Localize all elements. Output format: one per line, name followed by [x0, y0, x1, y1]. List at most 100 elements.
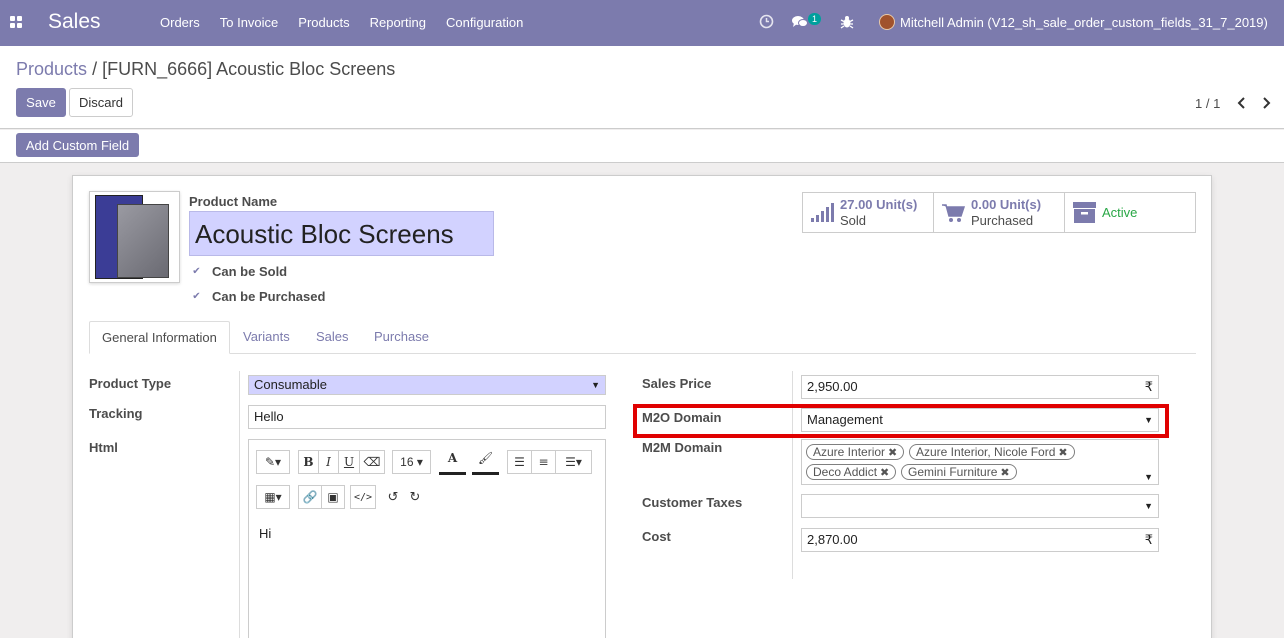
notebook-tabs: General Information Variants Sales Purch…: [89, 321, 1196, 354]
product-image[interactable]: [89, 191, 180, 283]
bug-icon[interactable]: [840, 15, 854, 29]
breadcrumb: Products / [FURN_6666] Acoustic Bloc Scr…: [16, 59, 395, 80]
tracking-label: Tracking: [89, 406, 143, 421]
bold-icon[interactable]: B: [298, 450, 319, 474]
apps-grid-icon[interactable]: [10, 16, 23, 29]
clock-icon[interactable]: [759, 14, 774, 29]
link-icon[interactable]: 🔗: [298, 485, 322, 509]
tab-variants[interactable]: Variants: [231, 321, 302, 354]
m2m-domain-tags-input[interactable]: Azure Interior ✖ Azure Interior, Nicole F…: [801, 439, 1159, 485]
tag-deco-addict[interactable]: Deco Addict ✖: [806, 464, 897, 480]
product-type-label: Product Type: [89, 376, 172, 391]
form-sheet: Product Name Acoustic Bloc Screens ✔ Can…: [72, 175, 1212, 638]
discard-button[interactable]: Discard: [69, 88, 133, 117]
custom-field-bar: Add Custom Field: [0, 130, 1284, 163]
remove-tag-icon[interactable]: ✖: [1000, 467, 1009, 479]
product-type-select[interactable]: Consumable ▼: [248, 375, 606, 395]
tag-azure-interior[interactable]: Azure Interior ✖: [806, 444, 905, 460]
bullet-list-icon[interactable]: ☰: [507, 450, 532, 474]
remove-tag-icon[interactable]: ✖: [888, 447, 897, 459]
active-toggle-button[interactable]: Active: [1065, 193, 1195, 232]
add-custom-field-button[interactable]: Add Custom Field: [16, 133, 139, 157]
tracking-input[interactable]: Hello: [248, 405, 606, 429]
purchased-smart-button[interactable]: 0.00 Unit(s) Purchased: [934, 193, 1065, 232]
product-name-label: Product Name: [189, 194, 278, 209]
control-panel: Products / [FURN_6666] Acoustic Bloc Scr…: [0, 46, 1284, 129]
html-editor[interactable]: ✎▾ B I U ⌫ 16 ▾ A 🖌 ☰ ≡ ☰▾ ▦▾ 🔗 ▣ </> ↺ …: [248, 439, 606, 638]
tag-label: Deco Addict: [813, 465, 878, 479]
tab-purchase[interactable]: Purchase: [362, 321, 441, 354]
redo-icon[interactable]: ↻: [405, 485, 425, 509]
tag-gemini-furniture[interactable]: Gemini Furniture ✖: [901, 464, 1017, 480]
sold-value: 27.00 Unit(s): [840, 197, 918, 212]
html-label: Html: [89, 440, 118, 455]
active-label: Active: [1102, 205, 1138, 220]
rupee-icon: ₹: [1144, 379, 1153, 394]
code-view-icon[interactable]: </>: [350, 485, 376, 509]
caret-down-icon: ▼: [591, 380, 600, 390]
menu-to-invoice[interactable]: To Invoice: [220, 15, 279, 30]
font-color-icon[interactable]: A: [439, 444, 466, 475]
caret-down-icon: ▼: [1144, 472, 1153, 482]
tab-sales[interactable]: Sales: [304, 321, 361, 354]
breadcrumb-separator: /: [92, 59, 98, 79]
remove-tag-icon[interactable]: ✖: [1058, 447, 1067, 459]
user-menu[interactable]: Mitchell Admin (V12_sh_sale_order_custom…: [900, 15, 1268, 30]
magic-wand-icon[interactable]: ✎▾: [256, 450, 290, 474]
product-type-value: Consumable: [254, 377, 327, 392]
breadcrumb-products[interactable]: Products: [16, 59, 87, 79]
product-name-input[interactable]: Acoustic Bloc Screens: [189, 211, 494, 256]
can-be-sold-label: Can be Sold: [212, 264, 288, 279]
cost-value: 2,870.00: [807, 532, 858, 547]
top-navbar: Sales Orders To Invoice Products Reporti…: [0, 0, 1284, 46]
chat-bubbles-icon[interactable]: [792, 15, 808, 29]
paint-brush-icon[interactable]: 🖌: [472, 444, 499, 475]
highlight-box: [633, 404, 1169, 438]
chevron-right-icon[interactable]: [1262, 96, 1272, 110]
menu-configuration[interactable]: Configuration: [446, 15, 523, 30]
eraser-icon[interactable]: ⌫: [359, 450, 385, 474]
image-icon[interactable]: ▣: [321, 485, 345, 509]
sold-smart-button[interactable]: 27.00 Unit(s) Sold: [803, 193, 934, 232]
purchased-value: 0.00 Unit(s): [971, 197, 1042, 212]
chevron-left-icon[interactable]: [1236, 96, 1246, 110]
tag-azure-interior-nicole-ford[interactable]: Azure Interior, Nicole Ford ✖: [909, 444, 1075, 460]
user-avatar[interactable]: [879, 14, 895, 30]
customer-taxes-input[interactable]: ▼: [801, 494, 1159, 518]
save-button[interactable]: Save: [16, 88, 66, 117]
tag-label: Azure Interior, Nicole Ford: [916, 445, 1056, 459]
can-be-purchased-checkbox[interactable]: ✔: [191, 291, 202, 302]
pager-value[interactable]: 1 / 1: [1195, 96, 1220, 111]
underline-icon[interactable]: U: [338, 450, 360, 474]
rupee-icon: ₹: [1144, 532, 1153, 547]
sales-price-input[interactable]: 2,950.00 ₹: [801, 375, 1159, 399]
font-size-dropdown[interactable]: 16 ▾: [392, 450, 431, 474]
chat-count-badge: 1: [808, 13, 822, 25]
menu-orders[interactable]: Orders: [160, 15, 200, 30]
remove-tag-icon[interactable]: ✖: [880, 467, 889, 479]
archive-icon: [1073, 202, 1096, 223]
html-content[interactable]: Hi: [259, 526, 271, 541]
sales-price-label: Sales Price: [642, 376, 712, 391]
table-icon[interactable]: ▦▾: [256, 485, 290, 509]
numbered-list-icon[interactable]: ≡: [531, 450, 556, 474]
caret-down-icon: ▼: [1144, 501, 1153, 511]
customer-taxes-label: Customer Taxes: [642, 495, 743, 510]
tab-general-information[interactable]: General Information: [89, 321, 230, 354]
italic-icon[interactable]: I: [318, 450, 339, 474]
main-menu: Orders To Invoice Products Reporting Con…: [150, 15, 533, 30]
breadcrumb-current: [FURN_6666] Acoustic Bloc Screens: [102, 59, 396, 79]
smart-buttons: 27.00 Unit(s) Sold 0.00 Unit(s) Purchase…: [802, 192, 1196, 233]
menu-reporting[interactable]: Reporting: [370, 15, 426, 30]
bar-chart-icon: [811, 203, 834, 222]
undo-icon[interactable]: ↺: [383, 485, 403, 509]
can-be-purchased-label: Can be Purchased: [212, 289, 326, 304]
tag-label: Gemini Furniture: [908, 465, 998, 479]
tag-label: Azure Interior: [813, 445, 886, 459]
app-name: Sales: [48, 10, 101, 33]
menu-products[interactable]: Products: [298, 15, 349, 30]
can-be-sold-checkbox[interactable]: ✔: [191, 266, 202, 277]
cost-input[interactable]: 2,870.00 ₹: [801, 528, 1159, 552]
sold-label: Sold: [840, 213, 867, 228]
paragraph-align-icon[interactable]: ☰▾: [555, 450, 592, 474]
